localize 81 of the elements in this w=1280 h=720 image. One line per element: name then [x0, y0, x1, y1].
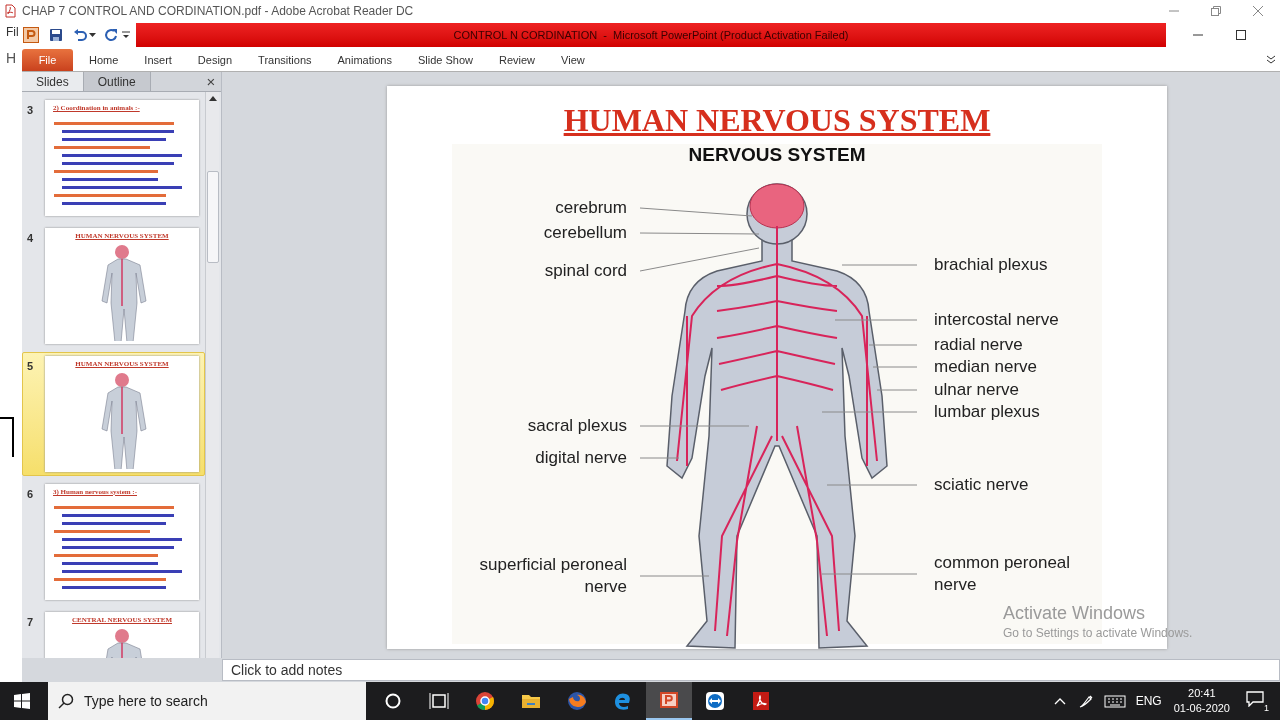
ribbon-tab[interactable]: Home: [79, 49, 129, 71]
diagram-label: ulnar nerve: [934, 379, 1021, 401]
maximize-icon[interactable]: [1235, 29, 1247, 41]
scrollbar[interactable]: [205, 92, 219, 658]
language-indicator[interactable]: ENG: [1135, 692, 1162, 710]
leader-line: [876, 389, 918, 391]
browser-icon: [475, 691, 495, 711]
slide-number: 3: [27, 103, 35, 118]
diagram-label: cerebrum: [554, 197, 627, 219]
diagram-label: intercostal nerve: [934, 309, 1060, 331]
slide-number: 5: [27, 359, 35, 374]
notifications-button[interactable]: 1: [1246, 689, 1270, 713]
toolbar-label[interactable]: H: [6, 50, 17, 66]
diagram-label: brachial plexus: [934, 254, 1049, 276]
diagram-label: sacral plexus: [526, 415, 627, 437]
diagram-label: median nerve: [934, 356, 1038, 378]
ribbon-tab[interactable]: Review: [488, 49, 546, 71]
close-icon[interactable]: [1252, 5, 1264, 17]
expand-ribbon-icon[interactable]: [1266, 54, 1276, 64]
customize-toolbar-icon[interactable]: [122, 30, 130, 40]
clock-date[interactable]: 01-06-2020: [1173, 701, 1230, 716]
task-view-icon: [429, 691, 449, 711]
windows-logo-icon[interactable]: [14, 693, 30, 709]
window-title: CONTROL N CORDINATION - Microsoft PowerPoint (Product Activation Failed): [453, 27, 849, 43]
diagram-label: superficial peroneal nerve: [478, 554, 627, 598]
menu-item[interactable]: Fil: [6, 23, 19, 41]
ribbon-tab[interactable]: Slide Show: [407, 49, 483, 71]
close-button[interactable]: ×: [201, 72, 221, 91]
slide-number: 6: [27, 487, 35, 502]
ribbon-tab[interactable]: Design: [187, 49, 243, 71]
redo-icon[interactable]: [104, 28, 118, 42]
undo-icon[interactable]: [73, 28, 87, 42]
panel-tab[interactable]: Slides: [22, 72, 84, 91]
caret-icon[interactable]: [89, 32, 96, 38]
slide-number: 7: [27, 615, 35, 630]
message-icon: [1246, 691, 1264, 707]
chevron-up-icon[interactable]: [1053, 697, 1066, 705]
slide-title: HUMAN NERVOUS SYSTEM: [563, 101, 991, 139]
restore-icon[interactable]: [1210, 5, 1222, 17]
fox-globe-icon: [567, 691, 587, 711]
pdf-app-icon: [751, 691, 771, 711]
panel-tab[interactable]: Outline: [83, 72, 151, 91]
scrollbar-thumb[interactable]: [206, 171, 219, 263]
presentation-app-icon: [659, 690, 679, 710]
scroll-up-icon[interactable]: [208, 96, 217, 101]
leader-line: [868, 344, 918, 346]
diagram-label: sciatic nerve: [934, 474, 1030, 496]
search-icon: [58, 693, 74, 709]
page-edge: [0, 417, 14, 457]
remote-arrows-icon: [705, 691, 725, 711]
ribbon-tab[interactable]: Animations: [327, 49, 402, 71]
notes-placeholder: Click to add notes: [231, 660, 343, 680]
leader-line: [639, 575, 710, 577]
diagram-label: lumbar plexus: [934, 401, 1041, 423]
diagram-label: digital nerve: [534, 447, 627, 469]
ribbon-tab[interactable]: Insert: [134, 49, 182, 71]
notification-count: 1: [1263, 703, 1270, 713]
notes-field[interactable]: Click to add notes: [222, 659, 1280, 681]
ribbon-tab[interactable]: Transitions: [248, 49, 322, 71]
pdf-file-icon: [4, 4, 16, 18]
leader-line: [872, 366, 918, 368]
ribbon-tab[interactable]: View: [551, 49, 595, 71]
keyboard-icon[interactable]: [1103, 694, 1126, 708]
clock-time[interactable]: 20:41: [1188, 686, 1216, 701]
window-title: CHAP 7 CONTROL AND CORDINATION.pdf - Adobe Acrobat Reader DC: [22, 3, 414, 20]
circle-icon: [383, 691, 403, 711]
letter-e-icon: [613, 691, 633, 711]
diagram-label: spinal cord: [543, 260, 627, 282]
leader-line: [639, 457, 680, 459]
diagram-title: NERVOUS SYSTEM: [688, 143, 866, 167]
save-icon[interactable]: [49, 28, 63, 42]
search-field[interactable]: Type here to search: [48, 682, 366, 720]
diagram-label: cerebellum: [542, 222, 627, 244]
search-placeholder: Type here to search: [84, 691, 208, 711]
taskbar-app-button[interactable]: [646, 682, 692, 720]
diagram-label: radial nerve: [934, 334, 1024, 356]
activation-title: Activate Windows: [1003, 602, 1147, 624]
diagram-label: common peroneal nerve: [934, 552, 1072, 596]
file-tab[interactable]: File: [22, 49, 73, 71]
slide-number: 4: [27, 231, 35, 246]
pen-icon[interactable]: [1077, 693, 1094, 709]
